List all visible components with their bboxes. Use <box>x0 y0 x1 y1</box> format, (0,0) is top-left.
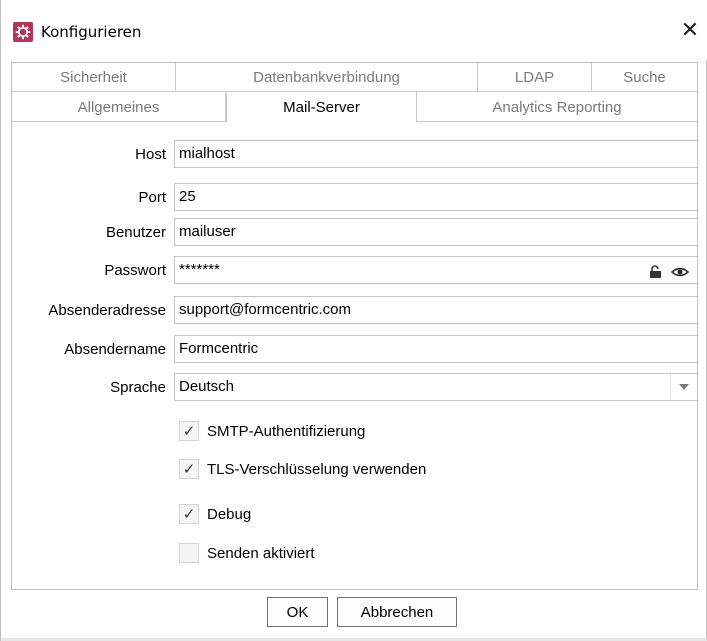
sender-name-input[interactable]: Formcentric <box>174 335 698 363</box>
tab-sicherheit[interactable]: Sicherheit <box>12 63 176 92</box>
ok-button[interactable]: OK <box>267 597 328 627</box>
tab-datenbankverbindung[interactable]: Datenbankverbindung <box>176 63 478 92</box>
title-bar: Konfigurieren ✕ <box>1 0 707 60</box>
window-title: Konfigurieren <box>41 23 142 41</box>
debug-label: Debug <box>207 505 252 523</box>
password-label: Passwort <box>104 262 166 279</box>
sender-name-row: Absendername Formcentric <box>12 335 698 365</box>
tab-mail-server[interactable]: Mail-Server <box>226 91 417 122</box>
send-enabled-label: Senden aktiviert <box>207 544 315 562</box>
sender-address-row: Absenderadresse support@formcentric.com <box>12 296 698 326</box>
user-label: Benutzer <box>105 224 166 241</box>
tls-label: TLS-Verschlüsselung verwenden <box>207 460 427 478</box>
language-value: Deutsch <box>179 378 235 395</box>
sender-address-label: Absenderadresse <box>48 302 166 319</box>
tls-checkbox-row[interactable]: ✓ TLS-Verschlüsselung verwenden <box>179 458 426 480</box>
tls-checkbox[interactable]: ✓ <box>179 459 199 479</box>
tab-analytics-reporting[interactable]: Analytics Reporting <box>417 93 697 122</box>
smtp-auth-label: SMTP-Authentifizierung <box>207 422 366 440</box>
dialog-footer: OK Abbrechen <box>1 590 707 641</box>
send-enabled-checkbox[interactable] <box>179 543 199 563</box>
user-input[interactable]: mailuser <box>174 218 698 246</box>
gear-icon <box>13 22 33 42</box>
debug-checkbox[interactable]: ✓ <box>179 504 199 524</box>
language-row: Sprache Deutsch <box>12 373 698 403</box>
password-input[interactable]: ******* <box>174 256 698 284</box>
port-input[interactable]: 25 <box>174 183 698 211</box>
tab-ldap[interactable]: LDAP <box>478 63 592 92</box>
close-icon[interactable]: ✕ <box>677 18 703 44</box>
host-label: Host <box>135 146 166 163</box>
password-row: Passwort ******* <box>12 256 698 286</box>
eye-icon[interactable] <box>670 262 690 288</box>
sender-address-input[interactable]: support@formcentric.com <box>174 296 698 324</box>
port-label: Port <box>138 189 166 206</box>
tab-allgemeines[interactable]: Allgemeines <box>12 93 226 122</box>
host-row: Host mialhost <box>12 140 698 170</box>
tab-suche[interactable]: Suche <box>592 63 697 92</box>
language-select[interactable]: Deutsch <box>174 373 698 401</box>
cancel-button[interactable]: Abbrechen <box>337 597 457 627</box>
configure-dialog: Konfigurieren ✕ Sicherheit Datenbankverb… <box>0 0 707 641</box>
tab-panel: Sicherheit Datenbankverbindung LDAP Such… <box>11 62 698 590</box>
smtp-auth-checkbox[interactable]: ✓ <box>179 421 199 441</box>
smtp-auth-checkbox-row[interactable]: ✓ SMTP-Authentifizierung <box>179 420 365 442</box>
language-label: Sprache <box>110 379 166 396</box>
lock-open-icon[interactable] <box>649 262 663 288</box>
password-value: ******* <box>179 261 220 278</box>
debug-checkbox-row[interactable]: ✓ Debug <box>179 503 251 525</box>
send-enabled-checkbox-row[interactable]: Senden aktiviert <box>179 542 315 564</box>
host-input[interactable]: mialhost <box>174 140 698 168</box>
user-row: Benutzer mailuser <box>12 218 698 248</box>
chevron-down-icon[interactable] <box>670 374 697 400</box>
port-row: Port 25 <box>12 183 698 213</box>
tab-row-2: Allgemeines Mail-Server Analytics Report… <box>12 91 697 122</box>
sender-name-label: Absendername <box>64 341 166 358</box>
tab-row-1: Sicherheit Datenbankverbindung LDAP Such… <box>12 63 697 92</box>
